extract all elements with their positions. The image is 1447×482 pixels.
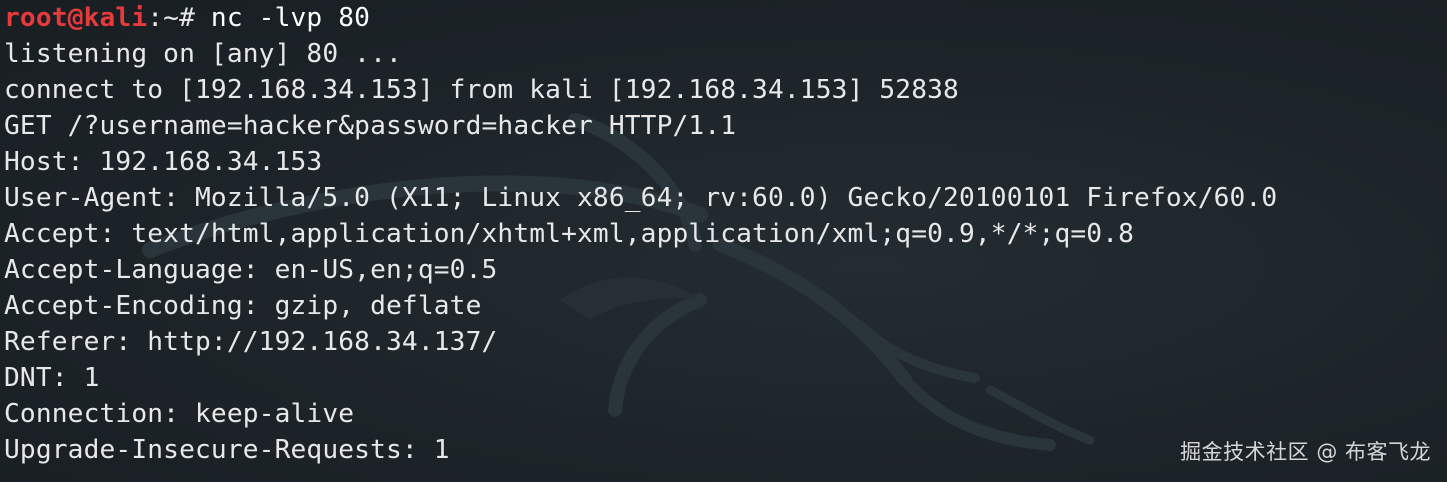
prompt-user: root@kali (4, 3, 148, 33)
output-line: Accept-Language: en-US,en;q=0.5 (4, 255, 498, 285)
watermark-text: 掘金技术社区 @ 布客飞龙 (1180, 440, 1431, 464)
prompt-line: root@kali:~# nc -lvp 80 (4, 0, 1447, 36)
output-line: Host: 192.168.34.153 (4, 147, 323, 177)
output-line: GET /?username=hacker&password=hacker HT… (4, 111, 737, 141)
output-line: Accept-Encoding: gzip, deflate (4, 291, 482, 321)
output-line: listening on [any] 80 ... (4, 39, 402, 69)
command-text: nc -lvp 80 (210, 3, 371, 33)
output-line: DNT: 1 (4, 363, 100, 393)
output-line: Accept: text/html,application/xhtml+xml,… (4, 219, 1135, 249)
prompt-path: :~# (147, 3, 195, 33)
output-line: Connection: keep-alive (4, 399, 355, 429)
terminal-output: root@kali:~# nc -lvp 80 listening on [an… (4, 0, 1447, 468)
output-line: User-Agent: Mozilla/5.0 (X11; Linux x86_… (4, 183, 1278, 213)
output-line: connect to [192.168.34.153] from kali [1… (4, 75, 959, 105)
terminal-window[interactable]: root@kali:~# nc -lvp 80 listening on [an… (0, 0, 1447, 482)
output-line: Referer: http://192.168.34.137/ (4, 327, 498, 357)
